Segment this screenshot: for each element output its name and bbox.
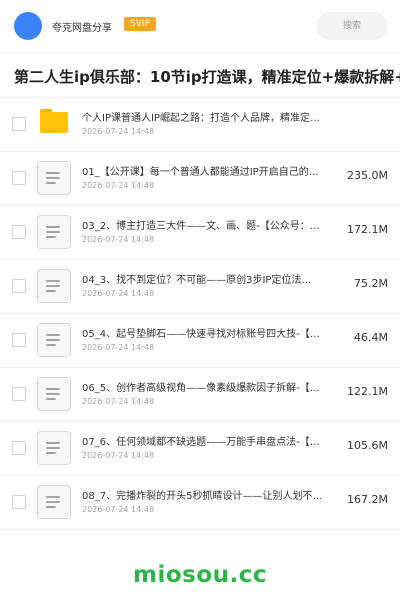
file-date: 2026-07-24 14:48 <box>82 127 155 136</box>
file-date: 2026-07-24 14:48 <box>82 505 155 514</box>
row-checkbox[interactable] <box>12 171 26 185</box>
file-name: 06_5、创作者高级视角——像素级爆款因子拆解-【… <box>82 383 320 394</box>
file-size: 167.2M <box>347 493 388 506</box>
folder-icon <box>40 109 68 133</box>
file-size: 46.4M <box>354 331 388 344</box>
search-button[interactable]: 搜索 <box>316 12 388 40</box>
row-checkbox[interactable] <box>12 225 26 239</box>
row-checkbox[interactable] <box>12 495 26 509</box>
file-name: 04_3、找不到定位？不可能——原创3步IP定位法… <box>82 275 312 286</box>
file-size: 105.6M <box>347 439 388 452</box>
file-name: 05_4、起号垫脚石——快速寻找对标账号四大技-【… <box>82 329 320 340</box>
file-date: 2026-07-24 14:48 <box>82 451 155 460</box>
file-name: 08_7、完播炸裂的开头5秒抓睛设计——让别人划不… <box>82 491 323 502</box>
file-row[interactable]: 06_5、创作者高级视角——像素级爆款因子拆解-【… 2026-07-24 14… <box>0 367 400 422</box>
document-icon <box>37 269 71 303</box>
file-date: 2026-07-24 14:48 <box>82 181 155 190</box>
file-name: 07_6、任何领域都不缺选题——万能手串盘点法-【… <box>82 437 320 448</box>
document-icon <box>37 161 71 195</box>
file-size: 172.1M <box>347 223 388 236</box>
row-checkbox[interactable] <box>12 279 26 293</box>
file-row[interactable]: 04_3、找不到定位？不可能——原创3步IP定位法… 2026-07-24 14… <box>0 259 400 314</box>
document-icon <box>37 215 71 249</box>
file-name: 个人IP课普通人IP崛起之路：打造个人品牌，精准定… <box>82 113 320 124</box>
file-row[interactable]: 个人IP课普通人IP崛起之路：打造个人品牌，精准定… 2026-07-24 14… <box>0 97 400 152</box>
folder-title: 第二人生ip俱乐部：10节ip打造课，精准定位+爆款拆解+吸粉 <box>14 68 400 86</box>
row-checkbox[interactable] <box>12 117 26 131</box>
watermark-text: miosou.cc <box>132 562 268 588</box>
file-size: 235.0M <box>347 169 388 182</box>
file-date: 2026-07-24 14:48 <box>82 235 155 244</box>
file-size: 122.1M <box>347 385 388 398</box>
document-icon <box>37 377 71 411</box>
document-icon <box>37 485 71 519</box>
row-checkbox[interactable] <box>12 387 26 401</box>
avatar[interactable] <box>14 12 42 40</box>
svip-badge: SVIP <box>124 17 156 31</box>
file-row[interactable]: 01_【公开课】每一个普通人都能通过IP开启自己的… 2026-07-24 14… <box>0 151 400 206</box>
file-row[interactable]: 03_2、博主打造三大件——文、画、题-【公众号：… 2026-07-24 14… <box>0 205 400 260</box>
file-date: 2026-07-24 14:48 <box>82 289 155 298</box>
file-row[interactable]: 08_7、完播炸裂的开头5秒抓睛设计——让别人划不… 2026-07-24 14… <box>0 475 400 530</box>
row-checkbox[interactable] <box>12 441 26 455</box>
share-owner-name: 夸克网盘分享 <box>52 23 112 34</box>
file-date: 2026-07-24 14:48 <box>82 397 155 406</box>
file-date: 2026-07-24 14:48 <box>82 343 155 352</box>
document-icon <box>37 323 71 357</box>
header-bar: 夸克网盘分享 SVIP 搜索 <box>0 0 400 52</box>
document-icon <box>37 431 71 465</box>
file-row[interactable]: 05_4、起号垫脚石——快速寻找对标账号四大技-【… 2026-07-24 14… <box>0 313 400 368</box>
file-name: 01_【公开课】每一个普通人都能通过IP开启自己的… <box>82 167 319 178</box>
file-name: 03_2、博主打造三大件——文、画、题-【公众号：… <box>82 221 320 232</box>
file-size: 75.2M <box>354 277 388 290</box>
file-row[interactable]: 07_6、任何领域都不缺选题——万能手串盘点法-【… 2026-07-24 14… <box>0 421 400 476</box>
folder-title-bar: 第二人生ip俱乐部：10节ip打造课，精准定位+爆款拆解+吸粉 <box>0 52 400 98</box>
row-checkbox[interactable] <box>12 333 26 347</box>
